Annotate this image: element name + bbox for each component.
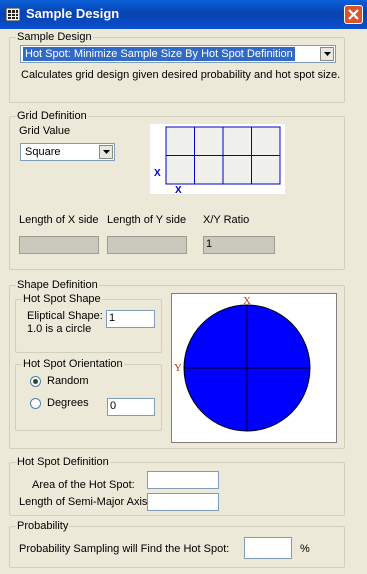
elliptical-shape-input[interactable]: 1: [106, 310, 155, 328]
preview-y-label: Y: [174, 362, 182, 374]
xy-ratio-field: 1: [203, 236, 275, 254]
close-button[interactable]: [344, 5, 363, 24]
window-title: Sample Design: [26, 6, 120, 21]
title-bar: Sample Design: [0, 0, 367, 29]
semi-major-axis-input[interactable]: [147, 493, 219, 511]
probability-label: Probability Sampling will Find the Hot S…: [19, 543, 230, 555]
sample-design-select[interactable]: Hot Spot: Minimize Sample Size By Hot Sp…: [20, 45, 336, 63]
hot-spot-preview: X Y: [171, 293, 337, 443]
x-side-label: Length of X side: [19, 214, 99, 226]
degrees-radio-label[interactable]: Degrees: [47, 397, 89, 409]
area-label: Area of the Hot Spot:: [32, 479, 135, 491]
shape-definition-legend: Shape Definition: [17, 279, 98, 291]
sample-design-legend: Sample Design: [17, 31, 92, 43]
grid-x-marker: X: [175, 185, 182, 194]
sample-design-group: Sample Design: [9, 31, 345, 103]
degrees-radio[interactable]: [30, 398, 41, 409]
dropdown-arrow[interactable]: [320, 47, 334, 61]
grid-value-select[interactable]: Square: [20, 143, 115, 161]
grid-diagram: X X: [150, 124, 285, 194]
hot-spot-orientation-legend: Hot Spot Orientation: [23, 358, 123, 370]
sample-design-selected-value: Hot Spot: Minimize Sample Size By Hot Sp…: [22, 46, 296, 62]
probability-input[interactable]: [244, 537, 292, 559]
semi-major-axis-label: Length of Semi-Major Axis:: [19, 496, 151, 508]
sample-design-description: Calculates grid design given desired pro…: [21, 69, 341, 81]
elliptical-shape-hint: 1.0 is a circle: [27, 323, 92, 335]
grid-app-icon: [6, 8, 20, 21]
close-icon: [348, 9, 359, 20]
random-radio[interactable]: [30, 376, 41, 387]
chevron-down-icon: [324, 52, 331, 56]
area-input[interactable]: [147, 471, 219, 489]
grid-y-marker: X: [154, 168, 161, 179]
y-side-field: [107, 236, 187, 254]
random-radio-label[interactable]: Random: [47, 375, 89, 387]
probability-legend: Probability: [17, 520, 69, 532]
radio-selected-dot: [33, 379, 38, 384]
grid-value-label: Grid Value: [19, 125, 71, 137]
hot-spot-shape-legend: Hot Spot Shape: [23, 293, 101, 305]
grid-value-selected: Square: [25, 146, 61, 158]
degrees-input[interactable]: 0: [107, 398, 155, 416]
grid-definition-legend: Grid Definition: [17, 110, 87, 122]
hot-spot-orientation-group: Hot Spot Orientation: [15, 358, 162, 431]
percent-unit: %: [300, 543, 310, 555]
preview-x-label: X: [243, 295, 251, 307]
x-side-field: [19, 236, 99, 254]
xy-ratio-label: X/Y Ratio: [203, 214, 250, 226]
dropdown-arrow[interactable]: [99, 145, 113, 159]
chevron-down-icon: [103, 150, 110, 154]
hot-spot-definition-legend: Hot Spot Definition: [17, 456, 109, 468]
elliptical-shape-label: Eliptical Shape:: [27, 310, 103, 322]
y-side-label: Length of Y side: [107, 214, 187, 226]
